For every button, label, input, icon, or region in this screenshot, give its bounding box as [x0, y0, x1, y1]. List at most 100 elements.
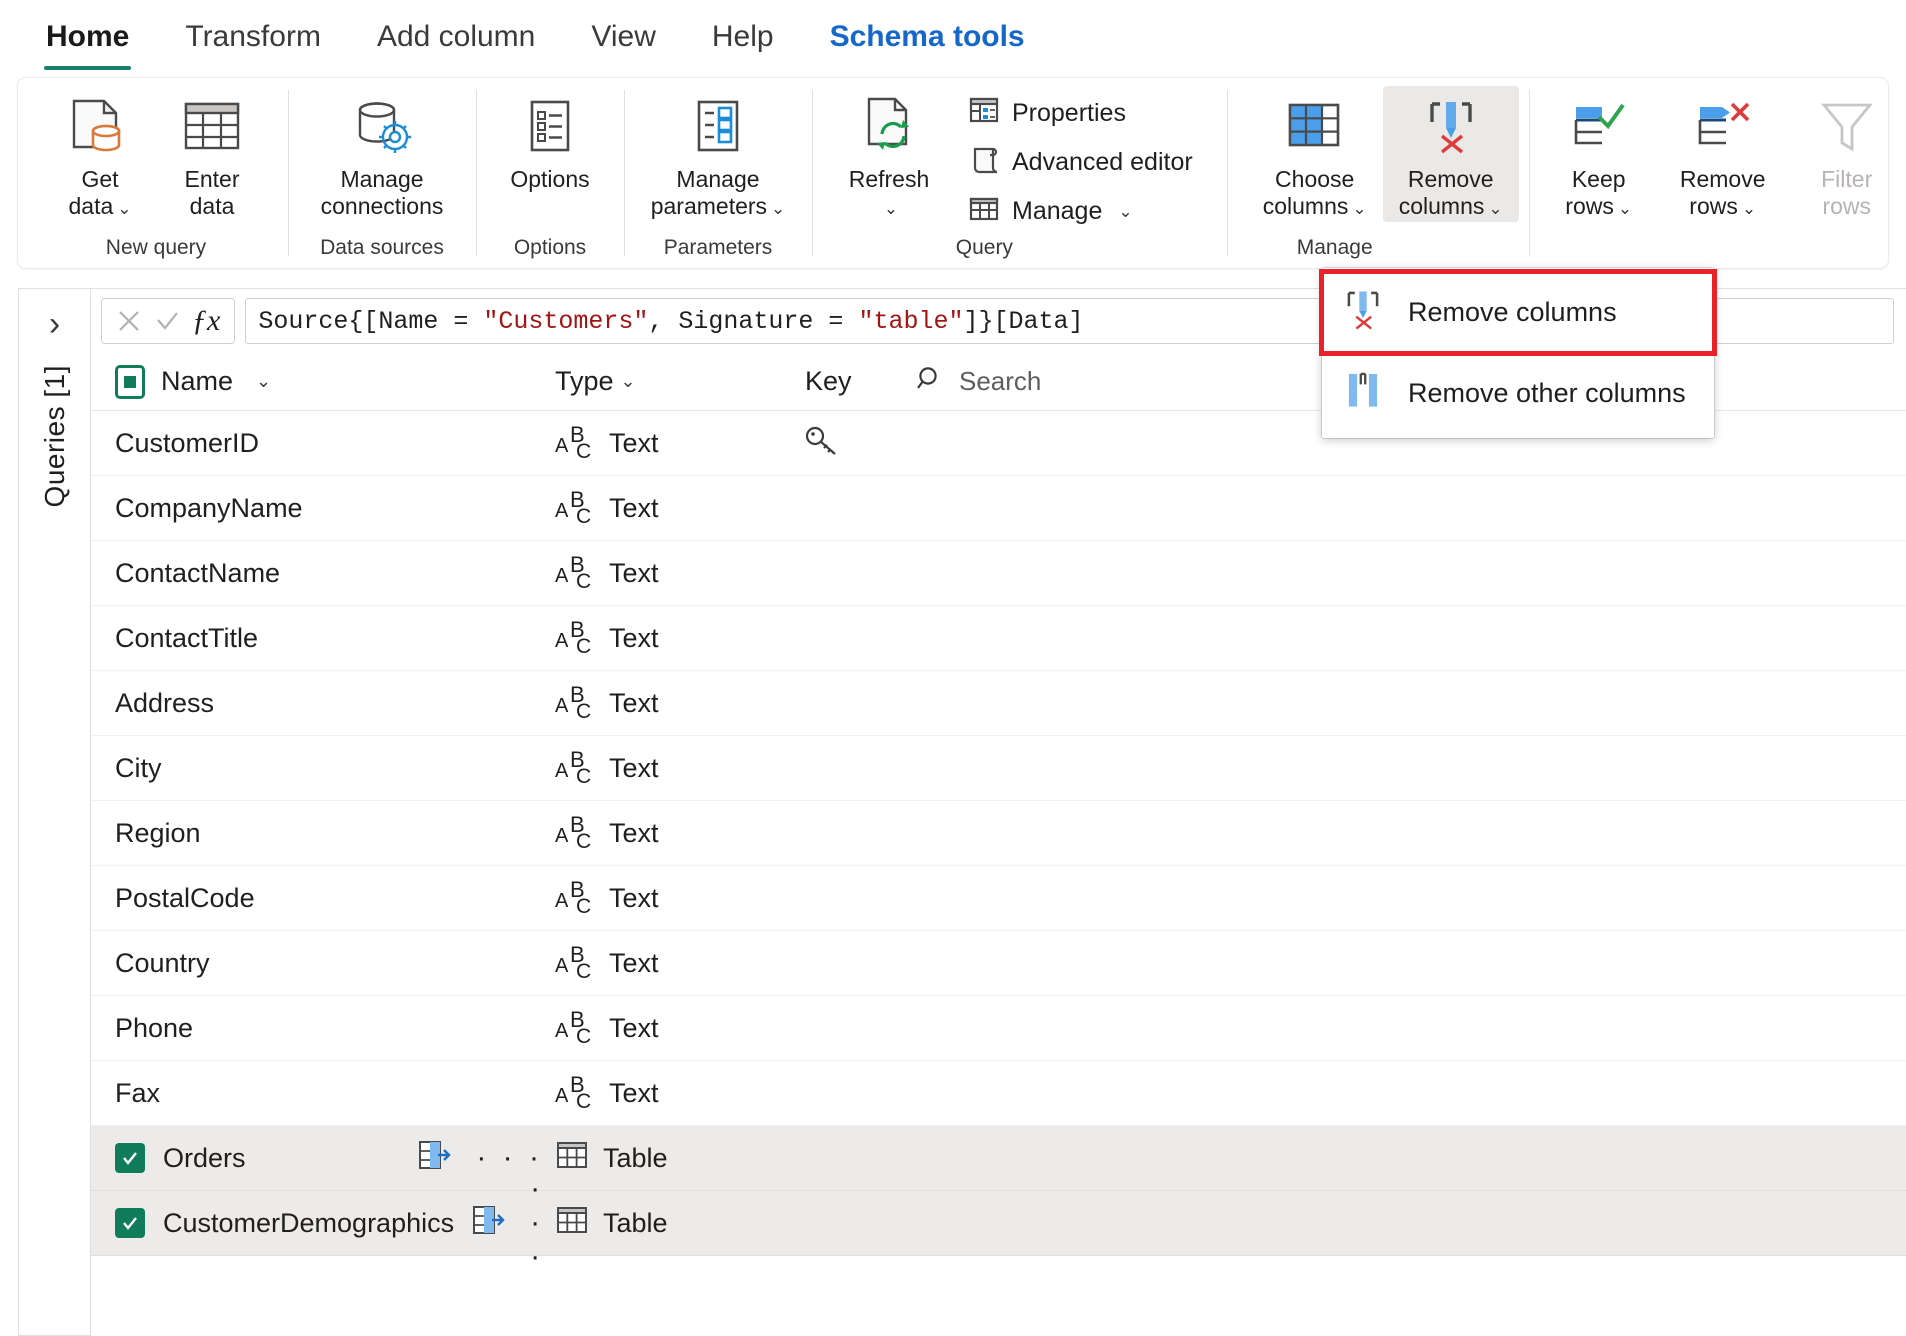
row-name: CompanyName — [115, 492, 303, 523]
chevron-down-icon: ⌄ — [1488, 199, 1503, 218]
row-name: CustomerDemographics — [163, 1207, 455, 1238]
formula-prefix: Source{[Name = — [258, 306, 484, 336]
properties-icon — [968, 95, 1000, 132]
row-checkbox[interactable] — [115, 1208, 145, 1238]
enter-data-button[interactable]: Enter data — [156, 86, 268, 220]
remove-other-columns-icon — [1340, 369, 1386, 418]
tab-help[interactable]: Help — [684, 14, 802, 64]
menu-item-remove-other-columns[interactable]: Remove other columns — [1322, 353, 1714, 434]
row-name: Address — [115, 687, 215, 718]
remove-columns-icon — [1420, 92, 1482, 162]
choose-columns-button[interactable]: Choose columns ⌄ — [1247, 86, 1383, 222]
manage-parameters-icon — [691, 92, 745, 162]
chevron-down-icon: ⌄ — [117, 199, 132, 218]
fx-icon[interactable]: ƒx — [188, 304, 224, 338]
queries-pane-collapsed[interactable]: › Queries [1] — [18, 288, 90, 1336]
formula-value-1: "Customers" — [483, 306, 649, 336]
table-row[interactable]: Phone A B C Text — [91, 996, 1906, 1061]
abc-text-icon: ABC — [555, 942, 592, 983]
queries-pane-label: Queries [1] — [38, 365, 70, 508]
remove-columns-dropdown-menu: Remove columns Remove other columns — [1319, 268, 1717, 438]
row-type: Text — [609, 557, 659, 588]
abc-text-icon: ABC — [555, 422, 592, 463]
row-checkbox[interactable] — [115, 1143, 145, 1173]
expand-column-icon[interactable] — [472, 1204, 506, 1243]
column-header-type: Type — [555, 366, 614, 396]
row-type: Table — [603, 1142, 668, 1173]
ribbon-group-manage: Choose columns ⌄ Remove columns ⌄ Manage — [1226, 78, 1529, 268]
options-icon — [524, 92, 576, 162]
ribbon-group-parameters: Manage parameters ⌄ Parameters — [624, 78, 812, 268]
chevron-down-icon[interactable]: ⌄ — [621, 371, 636, 392]
chevron-right-icon[interactable]: › — [49, 307, 60, 341]
abc-text-icon: ABC — [555, 877, 592, 918]
remove-columns-button[interactable]: Remove columns ⌄ — [1382, 86, 1519, 222]
table-row[interactable]: Fax A B C Text — [91, 1061, 1906, 1126]
row-more-options-button[interactable]: · · · — [530, 1172, 544, 1274]
manage-parameters-label: Manage parameters ⌄ — [650, 166, 786, 219]
row-type: Text — [609, 947, 659, 978]
manage-button[interactable]: Manage ⌄ — [958, 188, 1203, 235]
tab-transform[interactable]: Transform — [157, 14, 349, 64]
refresh-button[interactable]: Refresh ⌄ — [830, 86, 948, 222]
row-type: Text — [609, 752, 659, 783]
tab-add-column[interactable]: Add column — [349, 14, 563, 64]
formula-value-2: "table" — [858, 306, 964, 336]
menu-item-remove-columns[interactable]: Remove columns — [1319, 269, 1717, 356]
ribbon-group-label-manage: Manage — [1296, 236, 1373, 259]
tab-schema-tools[interactable]: Schema tools — [802, 14, 1053, 64]
search-icon — [915, 364, 945, 399]
abc-text-icon: ABC — [555, 617, 592, 658]
manage-connections-button[interactable]: Manage connections — [306, 86, 458, 220]
keep-rows-label: Keep rows ⌄ — [1565, 166, 1633, 219]
row-type: Text — [609, 492, 659, 523]
keep-rows-button[interactable]: Keep rows ⌄ — [1543, 86, 1655, 222]
remove-rows-label: Remove rows ⌄ — [1679, 166, 1766, 219]
search-input[interactable]: Search — [959, 366, 1041, 397]
table-row[interactable]: ContactName A B C Text — [91, 541, 1906, 606]
column-header-name: Name — [161, 366, 234, 396]
table-row[interactable]: PostalCode A B C Text — [91, 866, 1906, 931]
tab-view[interactable]: View — [563, 14, 683, 64]
get-data-button[interactable]: Get data ⌄ — [44, 86, 156, 222]
cancel-icon[interactable] — [112, 304, 146, 338]
properties-button[interactable]: Properties — [958, 90, 1203, 137]
check-icon[interactable] — [150, 304, 184, 338]
abc-text-icon: ABC — [555, 1007, 592, 1048]
chevron-down-icon[interactable]: ⌄ — [256, 371, 271, 392]
choose-columns-icon — [1284, 92, 1346, 162]
tab-home[interactable]: Home — [18, 14, 157, 70]
table-row[interactable]: Region A B C Text — [91, 801, 1906, 866]
refresh-icon — [859, 92, 919, 162]
advanced-editor-label: Advanced editor — [1012, 148, 1193, 176]
editor-body: › Queries [1] ƒx Source{[Name = "Custome… — [18, 288, 1906, 1336]
keep-rows-icon — [1568, 92, 1630, 162]
ribbon-tab-strip: Home Transform Add column View Help Sche… — [0, 0, 1906, 78]
table-row[interactable]: City A B C Text — [91, 736, 1906, 801]
filter-rows-button[interactable]: Filter rows — [1791, 86, 1903, 220]
row-type: Text — [609, 1077, 659, 1108]
remove-columns-label: Remove columns ⌄ — [1398, 166, 1503, 219]
remove-rows-button[interactable]: Remove rows ⌄ — [1655, 86, 1791, 222]
chevron-down-icon: ⌄ — [1741, 199, 1757, 218]
table-row[interactable]: Address A B C Text — [91, 671, 1906, 736]
manage-parameters-button[interactable]: Manage parameters ⌄ — [642, 86, 794, 222]
abc-text-icon: ABC — [555, 682, 592, 723]
chevron-down-icon: ⌄ — [1617, 199, 1633, 218]
filter-rows-icon — [1818, 92, 1876, 162]
select-all-checkbox[interactable] — [115, 364, 145, 399]
table-row[interactable]: ContactTitle A B C Text — [91, 606, 1906, 671]
table-row[interactable]: Country A B C Text — [91, 931, 1906, 996]
table-icon — [555, 1204, 589, 1243]
row-more-options-button[interactable]: · · · — [476, 1141, 543, 1175]
table-row[interactable]: CustomerDemographics · · · Table — [91, 1172, 1906, 1273]
row-type: Text — [609, 427, 659, 458]
ribbon-group-label-parameters: Parameters — [663, 236, 773, 259]
advanced-editor-button[interactable]: Advanced editor — [958, 139, 1203, 186]
options-button[interactable]: Options — [494, 86, 606, 193]
remove-rows-icon — [1692, 92, 1754, 162]
table-row[interactable]: CompanyName A B C Text — [91, 476, 1906, 541]
menu-item-label: Remove columns — [1408, 297, 1617, 327]
row-name: CustomerID — [115, 427, 260, 458]
ribbon-group-query: Refresh ⌄ Properties Advanced editor Man… — [812, 78, 1227, 268]
